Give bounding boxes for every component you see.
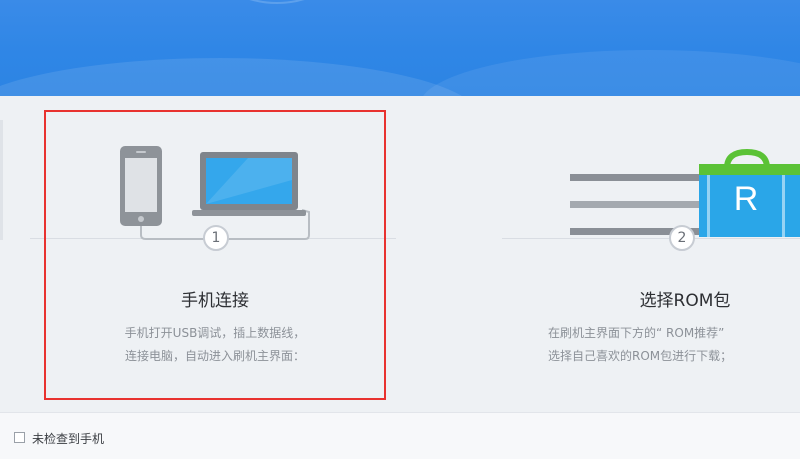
banner-decoration (0, 58, 480, 96)
header-banner (0, 0, 800, 96)
status-bar (0, 412, 800, 459)
previous-step-edge (0, 120, 3, 240)
rom-letter: R (733, 180, 759, 218)
step-2-title: 选择ROM包 (639, 291, 731, 311)
banner-decoration (180, 0, 374, 4)
status-checkbox[interactable] (14, 432, 25, 443)
step-1-highlight-box (44, 110, 386, 400)
step-2-description-line1: 在刷机主界面下方的“ ROM推荐” (548, 326, 725, 340)
banner-decoration (420, 50, 800, 96)
step-2-number: 2 (669, 225, 695, 251)
step-2-description-line2: 选择自己喜欢的ROM包进行下载； (548, 349, 733, 363)
device-status-text: 未检查到手机 (32, 432, 105, 446)
